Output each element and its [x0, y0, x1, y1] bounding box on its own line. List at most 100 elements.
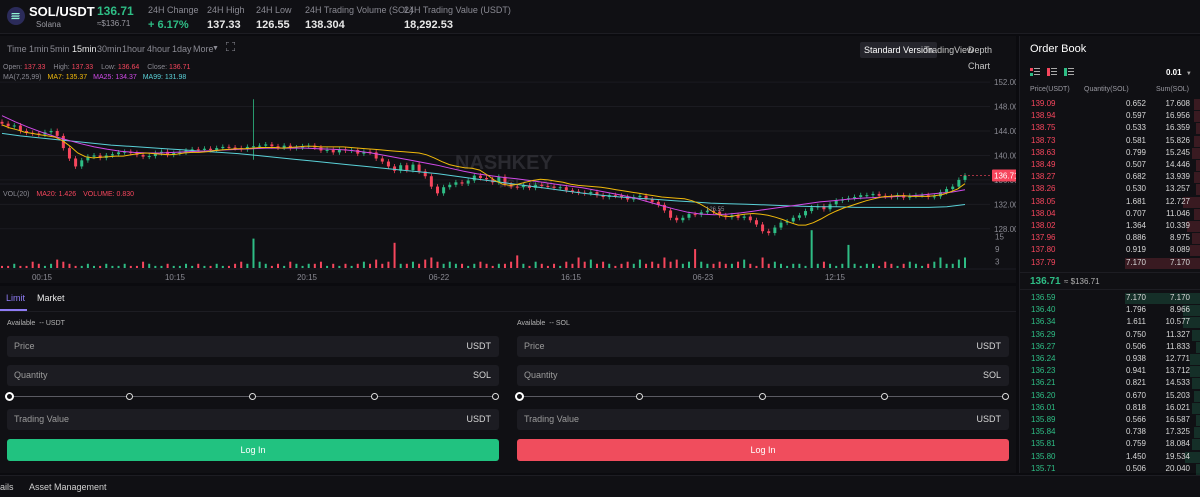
slider-stop[interactable]	[492, 393, 499, 400]
bid-row[interactable]: 136.20 0.670 15.203	[1020, 390, 1200, 402]
volume-bar	[804, 265, 807, 268]
volume-bar	[767, 263, 770, 268]
volume-bar	[921, 265, 924, 268]
ask-row[interactable]: 138.75 0.533 16.359	[1020, 122, 1200, 135]
bid-row[interactable]: 136.40 1.796 8.966	[1020, 304, 1200, 317]
bid-row[interactable]: 136.24 0.938 12.771	[1020, 353, 1200, 365]
bid-row[interactable]: 135.80 1.450 19.534	[1020, 451, 1200, 463]
tab-asset-management[interactable]: Asset Management	[29, 482, 107, 492]
slider-stop[interactable]	[1002, 393, 1009, 400]
ask-row[interactable]: 138.63 0.799 15.245	[1020, 147, 1200, 159]
price-cell: 138.75	[1031, 123, 1056, 133]
ask-row[interactable]: 138.49 0.507 14.446	[1020, 159, 1200, 171]
candle-body	[202, 148, 206, 150]
bottom-tab-bar: ails Asset Management	[0, 475, 1200, 497]
volume-bar	[454, 263, 457, 268]
buy-trading-value-field[interactable]: Trading Value USDT	[7, 409, 499, 430]
bid-row[interactable]: 136.21 0.821 14.533	[1020, 377, 1200, 390]
ask-row[interactable]: 139.09 0.652 17.608	[1020, 98, 1200, 110]
sum-cell: 16.359	[1165, 123, 1190, 133]
candle-body	[853, 197, 857, 199]
candle-body	[564, 187, 568, 191]
slider-stop[interactable]	[249, 393, 256, 400]
price-cell: 137.80	[1031, 245, 1056, 255]
x-tick-label: 12:15	[825, 273, 846, 282]
bid-row[interactable]: 135.81 0.759 18.084	[1020, 438, 1200, 451]
volume-bar	[381, 263, 384, 268]
buy-quantity-field[interactable]: Quantity SOL	[7, 365, 499, 386]
ask-row[interactable]: 138.04 0.707 11.046	[1020, 208, 1200, 220]
candle-body	[325, 149, 329, 151]
volume-bar	[387, 261, 390, 268]
tab-limit[interactable]: Limit	[6, 293, 25, 303]
orderbook-both-view-icon[interactable]	[1030, 67, 1040, 79]
bid-row[interactable]: 136.34 1.611 10.577	[1020, 316, 1200, 329]
tab-details[interactable]: ails	[0, 482, 14, 492]
quantity-cell: 7.170	[1125, 293, 1146, 302]
ask-row[interactable]: 137.79 7.170 7.170	[1020, 257, 1200, 269]
volume-bar	[964, 257, 966, 268]
bid-row[interactable]: 136.01 0.818 16.021	[1020, 402, 1200, 414]
bid-row[interactable]: 136.27 0.506 11.833	[1020, 341, 1200, 353]
sell-percent-slider[interactable]	[515, 392, 1009, 402]
bid-row[interactable]: 135.89 0.566 16.587	[1020, 414, 1200, 426]
pair-title[interactable]: SOL/USDT	[29, 4, 95, 19]
precision-select[interactable]: 0.01 ▼	[1166, 68, 1192, 77]
slider-stop[interactable]	[881, 393, 888, 400]
ask-row[interactable]: 137.80 0.919 8.089	[1020, 244, 1200, 257]
slider-stop[interactable]	[636, 393, 643, 400]
orderbook-asks-view-icon[interactable]	[1047, 67, 1057, 79]
slider-stop[interactable]	[759, 393, 766, 400]
volume-bar	[859, 265, 862, 268]
volume-bar	[191, 265, 194, 268]
sell-price-field[interactable]: Price USDT	[517, 336, 1009, 357]
quantity-cell: 0.738	[1125, 427, 1146, 437]
sell-login-button[interactable]: Log In	[517, 439, 1009, 461]
ask-row[interactable]: 138.02 1.364 10.339	[1020, 220, 1200, 232]
ask-row[interactable]: 138.73 0.581 15.826	[1020, 135, 1200, 147]
ask-row[interactable]: 138.94 0.597 16.956	[1020, 110, 1200, 123]
price-unit: USDT	[466, 341, 492, 351]
candle-body	[92, 155, 96, 157]
volume-bar	[540, 263, 543, 268]
sell-trading-value-field[interactable]: Trading Value USDT	[517, 409, 1009, 430]
bid-row[interactable]: 135.71 0.506 20.040	[1020, 463, 1200, 475]
candlestick-chart[interactable]: 152.00148.00144.00140.00136.00132.00128.…	[0, 36, 1016, 283]
ask-row[interactable]: 138.05 1.681 12.727	[1020, 196, 1200, 208]
bid-row[interactable]: 135.84 0.738 17.325	[1020, 426, 1200, 439]
bid-row[interactable]: 136.59 7.170 7.170	[1020, 292, 1200, 304]
slider-handle[interactable]	[5, 392, 14, 401]
sum-cell: 17.325	[1165, 427, 1190, 437]
volume-bar	[798, 263, 801, 268]
volume-bar	[111, 265, 114, 268]
bid-row[interactable]: 136.23 0.941 13.712	[1020, 365, 1200, 378]
bid-row[interactable]: 136.29 0.750 11.327	[1020, 329, 1200, 341]
slider-stop[interactable]	[371, 393, 378, 400]
volume-bar	[277, 263, 280, 268]
sell-quantity-field[interactable]: Quantity SOL	[517, 365, 1009, 386]
buy-price-field[interactable]: Price USDT	[7, 336, 499, 357]
volume-bar	[7, 265, 10, 268]
x-tick-label: 20:15	[297, 273, 318, 282]
slider-handle[interactable]	[515, 392, 524, 401]
volume-bar	[473, 263, 476, 268]
sum-cell: 10.577	[1165, 317, 1190, 327]
buy-percent-slider[interactable]	[5, 392, 499, 402]
volume-bar	[479, 261, 482, 268]
ask-row[interactable]: 137.96 0.886 8.975	[1020, 232, 1200, 245]
ask-row[interactable]: 138.26 0.530 13.257	[1020, 183, 1200, 196]
sum-cell: 11.327	[1166, 329, 1190, 339]
trading-value-unit: USDT	[466, 414, 492, 424]
volume-bar	[246, 263, 249, 268]
volume-bar	[319, 261, 322, 268]
candle-body	[515, 186, 519, 188]
price-placeholder: Price	[524, 341, 545, 351]
tab-market[interactable]: Market	[37, 293, 65, 303]
candle-body	[466, 180, 470, 184]
volume-bar	[166, 263, 169, 268]
buy-login-button[interactable]: Log In	[7, 439, 499, 461]
ask-row[interactable]: 138.27 0.682 13.939	[1020, 171, 1200, 184]
slider-stop[interactable]	[126, 393, 133, 400]
orderbook-bids-view-icon[interactable]	[1064, 67, 1074, 79]
volume-bar	[234, 263, 237, 268]
